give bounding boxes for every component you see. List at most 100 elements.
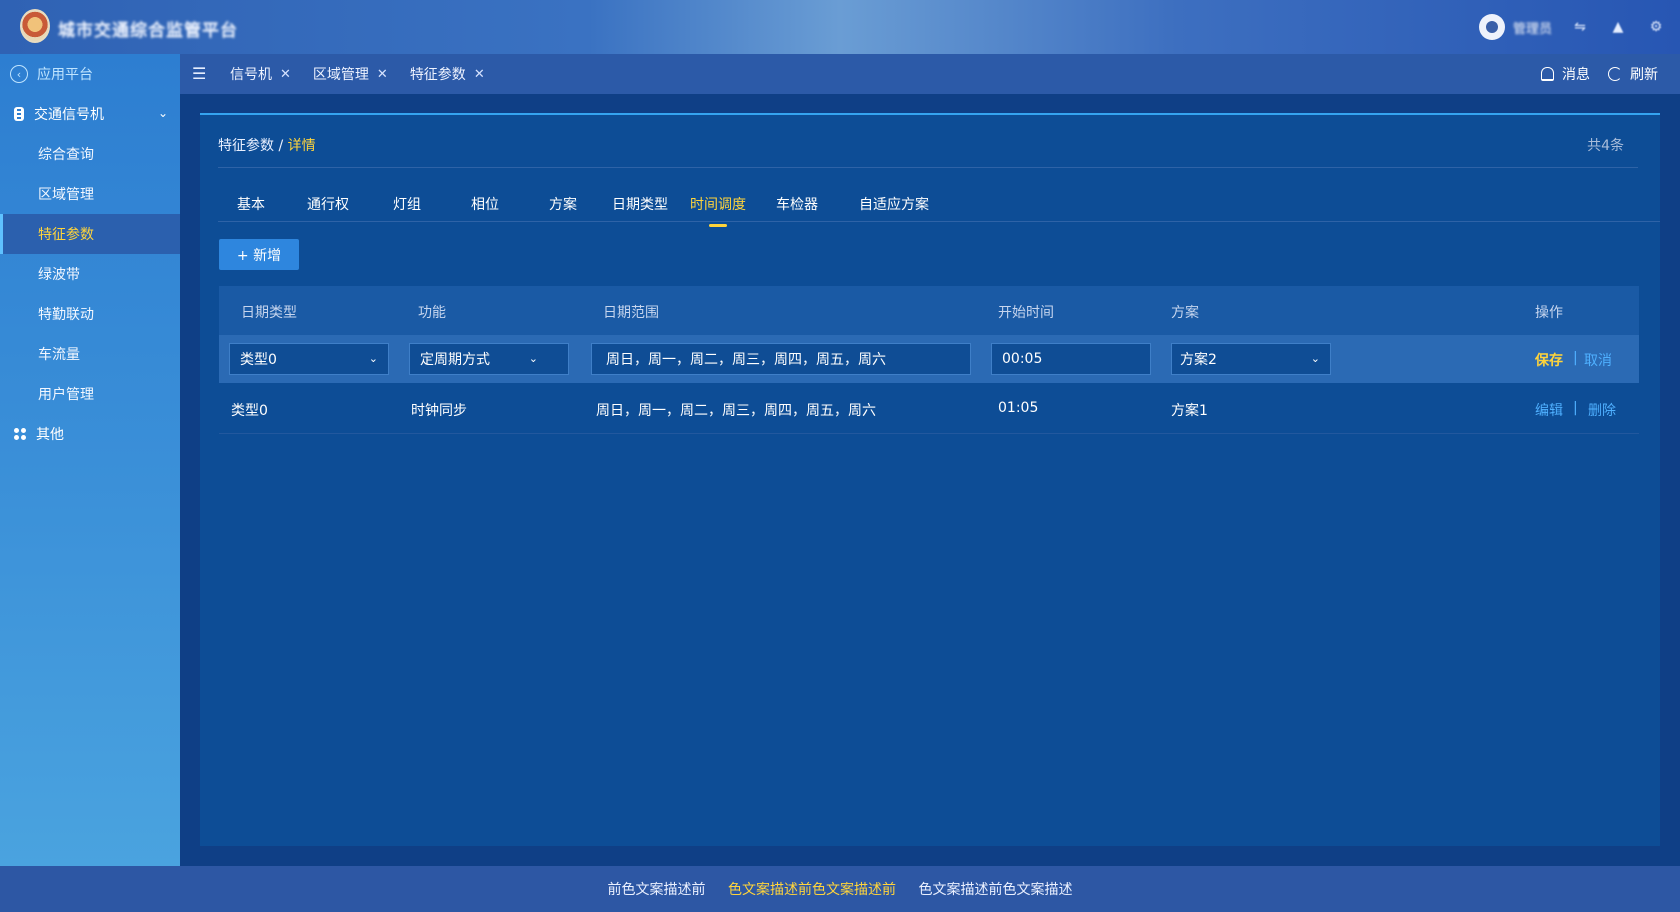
delete-button[interactable]: 删除	[1588, 400, 1616, 420]
user-name[interactable]: 管理员	[1513, 18, 1552, 37]
close-icon[interactable]: ✕	[280, 67, 291, 82]
breadcrumb: 特征参数 / 详情	[218, 135, 316, 155]
column-header: 功能	[418, 305, 446, 321]
sidebar-group-traffic-signal[interactable]: 交通信号机 ⌄	[0, 94, 180, 134]
refresh-button[interactable]: 刷新	[1608, 64, 1658, 84]
footer: 前色文案描述前 色文案描述前色文案描述前 色文案描述前色文案描述	[0, 866, 1680, 912]
table-header: 日期类型 功能 日期范围 开始时间 方案 操作	[219, 286, 1639, 335]
apps-icon	[14, 428, 26, 440]
sidebar-item-feature-params[interactable]: 特征参数	[0, 214, 180, 254]
divider	[218, 167, 1638, 168]
tab-time-schedule[interactable]: 时间调度	[690, 194, 746, 227]
table-row-editing: 类型0 ⌄ 定周期方式 ⌄ 周日，周一，周二，周三，周四，周五，周六 00:05…	[219, 335, 1639, 383]
traffic-light-icon	[14, 107, 24, 121]
cell-start-time: 01:05	[998, 400, 1039, 416]
footer-link[interactable]: 色文案描述前色文案描述	[918, 882, 1072, 898]
edit-button[interactable]: 编辑	[1535, 400, 1563, 420]
add-button[interactable]: + 新增	[219, 239, 299, 270]
date-range-input[interactable]: 周日，周一，周二，周三，周四，周五，周六	[591, 343, 971, 375]
open-tab-label: 区域管理	[312, 67, 369, 83]
app-logo	[20, 9, 50, 43]
bell-icon	[1541, 67, 1554, 81]
column-header: 日期范围	[603, 305, 659, 321]
home-icon[interactable]: ▲	[1608, 17, 1628, 37]
sidebar-group-other[interactable]: 其他	[0, 414, 180, 454]
footer-links: 前色文案描述前 色文案描述前色文案描述前 色文案描述前色文案描述	[0, 879, 1680, 899]
breadcrumb-parent[interactable]: 特征参数	[218, 138, 274, 154]
chevron-down-icon: ⌄	[528, 352, 538, 365]
close-icon[interactable]: ✕	[474, 67, 485, 82]
menu-collapse-icon[interactable]: ☰	[192, 64, 206, 83]
messages-button[interactable]: 消息	[1541, 64, 1590, 84]
action-separator: |	[1573, 350, 1578, 366]
start-time-value: 00:05	[1002, 351, 1043, 367]
open-tab-feature-params[interactable]: 特征参数 ✕	[410, 64, 485, 84]
cell-function: 时钟同步	[411, 403, 467, 419]
tab-basic[interactable]: 基本	[237, 194, 265, 214]
top-right-tools: 管理员 ⇋ ▲ ⚙	[1478, 10, 1666, 44]
refresh-label: 刷新	[1630, 67, 1658, 83]
sidebar-item-traffic-flow[interactable]: 车流量	[0, 334, 180, 374]
back-arrow-icon: ‹	[10, 65, 28, 83]
app-title: 城市交通综合监管平台	[58, 21, 238, 41]
open-tabs: 信号机 ✕ 区域管理 ✕ 特征参数 ✕	[230, 54, 485, 94]
chevron-down-icon: ⌄	[368, 352, 378, 365]
date-type-value: 类型0	[240, 352, 277, 368]
messages-label: 消息	[1562, 67, 1590, 83]
open-tab-strip: ☰ 信号机 ✕ 区域管理 ✕ 特征参数 ✕ 消息 刷新	[180, 54, 1680, 94]
cell-date-range: 周日，周一，周二，周三，周四，周五，周六	[596, 403, 876, 419]
plan-value: 方案2	[1180, 352, 1217, 368]
sidebar-item-region[interactable]: 区域管理	[0, 174, 180, 214]
refresh-icon	[1608, 67, 1622, 81]
sidebar-other-label: 其他	[36, 427, 64, 443]
schedule-table: 日期类型 功能 日期范围 开始时间 方案 操作 类型0 ⌄ 定周期方式 ⌄ 周日…	[219, 286, 1639, 434]
tab-adaptive-plan[interactable]: 自适应方案	[859, 194, 929, 214]
column-header: 操作	[1535, 305, 1563, 321]
open-tab-signal[interactable]: 信号机 ✕	[230, 64, 291, 84]
start-time-input[interactable]: 00:05	[991, 343, 1151, 375]
open-tab-label: 特征参数	[409, 67, 466, 83]
date-type-select[interactable]: 类型0 ⌄	[229, 343, 389, 375]
chevron-down-icon: ⌄	[1310, 352, 1320, 365]
main-panel: 特征参数 / 详情 共4条 基本 通行权 灯组 相位 方案 日期类型 时间调度 …	[200, 113, 1660, 846]
tab-detector[interactable]: 车检器	[776, 194, 818, 214]
cancel-button[interactable]: 取消	[1584, 350, 1612, 370]
top-bar: 城市交通综合监管平台 管理员 ⇋ ▲ ⚙	[0, 0, 1680, 54]
action-separator: |	[1573, 400, 1578, 416]
sidebar-back-app-platform[interactable]: ‹ 应用平台	[0, 54, 180, 94]
tab-date-type[interactable]: 日期类型	[612, 194, 668, 214]
date-range-value: 周日，周一，周二，周三，周四，周五，周六	[606, 352, 886, 368]
detail-tabs: 基本 通行权 灯组 相位 方案 日期类型 时间调度 车检器 自适应方案	[218, 181, 1660, 227]
open-tab-label: 信号机	[230, 67, 272, 83]
tab-phase[interactable]: 相位	[471, 194, 499, 214]
tab-light-group[interactable]: 灯组	[393, 194, 421, 214]
footer-link[interactable]: 前色文案描述前	[608, 882, 706, 898]
open-tab-region[interactable]: 区域管理 ✕	[313, 64, 388, 84]
sidebar-item-green-wave[interactable]: 绿波带	[0, 254, 180, 294]
sidebar: ‹ 应用平台 交通信号机 ⌄ 综合查询 区域管理 特征参数 绿波带 特勤联动 车…	[0, 54, 180, 866]
strip-actions: 消息 刷新	[1541, 54, 1658, 94]
column-header: 方案	[1171, 305, 1199, 321]
table-row: 类型0 时钟同步 周日，周一，周二，周三，周四，周五，周六 01:05 方案1 …	[219, 383, 1639, 434]
footer-link[interactable]: 色文案描述前色文案描述前	[728, 882, 896, 898]
breadcrumb-current: 详情	[287, 138, 316, 154]
sidebar-group-label: 交通信号机	[34, 107, 104, 123]
total-count: 共4条	[1587, 138, 1624, 154]
sidebar-back-label: 应用平台	[37, 67, 93, 83]
settings-icon[interactable]: ⚙	[1646, 17, 1666, 37]
chevron-down-icon: ⌄	[157, 106, 168, 120]
close-icon[interactable]: ✕	[377, 67, 388, 82]
user-avatar[interactable]	[1478, 14, 1505, 40]
sidebar-item-query[interactable]: 综合查询	[0, 134, 180, 174]
sidebar-item-special-linkage[interactable]: 特勤联动	[0, 294, 180, 334]
function-select[interactable]: 定周期方式 ⌄	[409, 343, 569, 375]
column-header: 开始时间	[998, 305, 1054, 321]
tab-right-of-way[interactable]: 通行权	[307, 194, 349, 214]
breadcrumb-separator: /	[278, 138, 284, 154]
sidebar-item-user-management[interactable]: 用户管理	[0, 374, 180, 414]
plan-select[interactable]: 方案2 ⌄	[1171, 343, 1331, 375]
tab-plan[interactable]: 方案	[549, 194, 577, 214]
save-button[interactable]: 保存	[1535, 350, 1563, 370]
switch-icon[interactable]: ⇋	[1570, 17, 1590, 37]
function-value: 定周期方式	[420, 352, 490, 368]
